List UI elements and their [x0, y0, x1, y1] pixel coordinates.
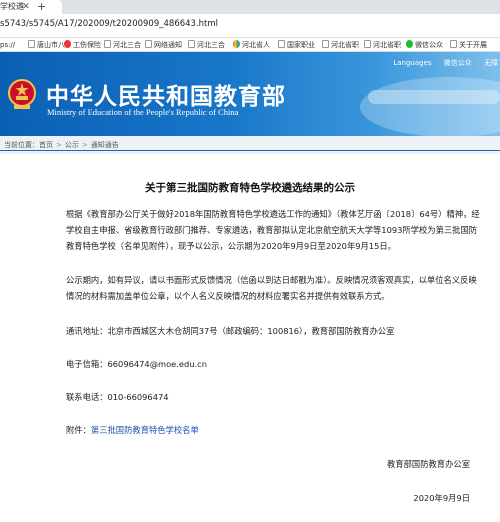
attachment-label: 附件： — [66, 425, 91, 435]
bookmark-item[interactable]: 河北三合 — [104, 39, 141, 51]
browser-tabbar: 学校遴 ✕ + — [0, 0, 500, 14]
url-text[interactable]: s5743/s5745/A17/202009/t20200909_486643.… — [0, 19, 218, 29]
page-icon — [188, 40, 195, 48]
page-icon — [364, 40, 371, 48]
wechat-icon — [406, 40, 413, 48]
page-icon — [145, 40, 152, 48]
national-emblem-icon — [8, 79, 36, 109]
bookmark-item[interactable]: 微信公众 — [406, 39, 443, 51]
accessibility-link[interactable]: 无障 — [484, 59, 498, 67]
page-icon — [104, 40, 111, 48]
attachment-link[interactable]: 第三批国防教育特色学校名单 — [91, 425, 199, 435]
bookmark-item[interactable]: 关于开展 — [450, 39, 487, 51]
wechat-link[interactable]: 微信公众 — [444, 59, 472, 67]
site-subtitle: Ministry of Education of the People's Re… — [47, 107, 239, 117]
colorful-icon — [233, 40, 240, 48]
bookmark-item[interactable]: 唐山市八 — [28, 39, 65, 51]
divider — [0, 150, 500, 151]
bookmark-item[interactable]: 河北省人 — [233, 39, 270, 51]
breadcrumb-separator: > — [81, 141, 88, 149]
breadcrumb-notices[interactable]: 通知通告 — [91, 141, 119, 149]
search-input[interactable] — [368, 90, 500, 104]
breadcrumb-public-notice[interactable]: 公示 — [65, 141, 79, 149]
publish-date: 2020年9月9日 — [413, 493, 470, 503]
red-circle-icon — [64, 40, 71, 48]
header-glow — [360, 77, 500, 136]
bookmark-item[interactable]: ps:// — [0, 39, 15, 51]
article-content: 关于第三批国防教育特色学校遴选结果的公示 根据《教育部办公厅关于做好2018年国… — [0, 154, 500, 522]
bookmark-item[interactable]: 国家职业 — [278, 39, 315, 51]
signature: 教育部国防教育办公室 — [387, 459, 470, 469]
site-header: 中华人民共和国教育部 Ministry of Education of the … — [0, 52, 500, 136]
breadcrumb-home[interactable]: 当前位置：首页 — [4, 141, 53, 149]
paragraph-objection: 公示期内，如有异议，请以书面形式反馈情况（信函以到达日邮戳为准）。反映情况须客观… — [66, 275, 477, 301]
paragraph-basis: 根据《教育部办公厅关于做好2018年国防教育特色学校遴选工作的通知》（教体艺厅函… — [66, 209, 480, 251]
top-links: Languages 微信公众 无障 — [383, 58, 498, 68]
close-tab-icon[interactable]: ✕ — [20, 1, 32, 13]
bookmark-item[interactable]: 河北省职 — [322, 39, 359, 51]
contact-email: 电子信箱：66096474@moe.edu.cn — [66, 359, 207, 369]
contact-address: 通讯地址：北京市西城区大木仓胡同37号（邮政编码：100816），教育部国防教育… — [66, 326, 395, 336]
attachment: 附件：第三批国防教育特色学校名单 — [50, 422, 480, 438]
languages-link[interactable]: Languages — [393, 59, 431, 67]
page-icon — [322, 40, 329, 48]
article-title: 关于第三批国防教育特色学校遴选结果的公示 — [145, 182, 355, 194]
breadcrumb-separator: > — [56, 141, 62, 149]
site-title[interactable]: 中华人民共和国教育部 — [46, 77, 286, 111]
new-tab-icon[interactable]: + — [37, 0, 46, 14]
bookmarks-bar: ps:// 唐山市八 工伤保险 河北三合 网络通知 河北三合 河北省人 国家职业… — [0, 38, 500, 52]
page-icon — [450, 40, 457, 48]
breadcrumb: 当前位置：首页 > 公示 > 通知通告 — [4, 140, 119, 150]
page-icon — [28, 40, 35, 48]
breadcrumb-bar: 当前位置：首页 > 公示 > 通知通告 — [0, 136, 500, 154]
address-bar[interactable]: s5743/s5745/A17/202009/t20200909_486643.… — [0, 14, 500, 38]
contact-phone: 联系电话：010-66096474 — [66, 392, 169, 402]
page-icon — [278, 40, 285, 48]
bookmark-item[interactable]: 网络通知 — [145, 39, 182, 51]
bookmark-item[interactable]: 工伤保险 — [64, 39, 101, 51]
bookmark-item[interactable]: 河北三合 — [188, 39, 225, 51]
bookmark-item[interactable]: 河北省职 — [364, 39, 401, 51]
